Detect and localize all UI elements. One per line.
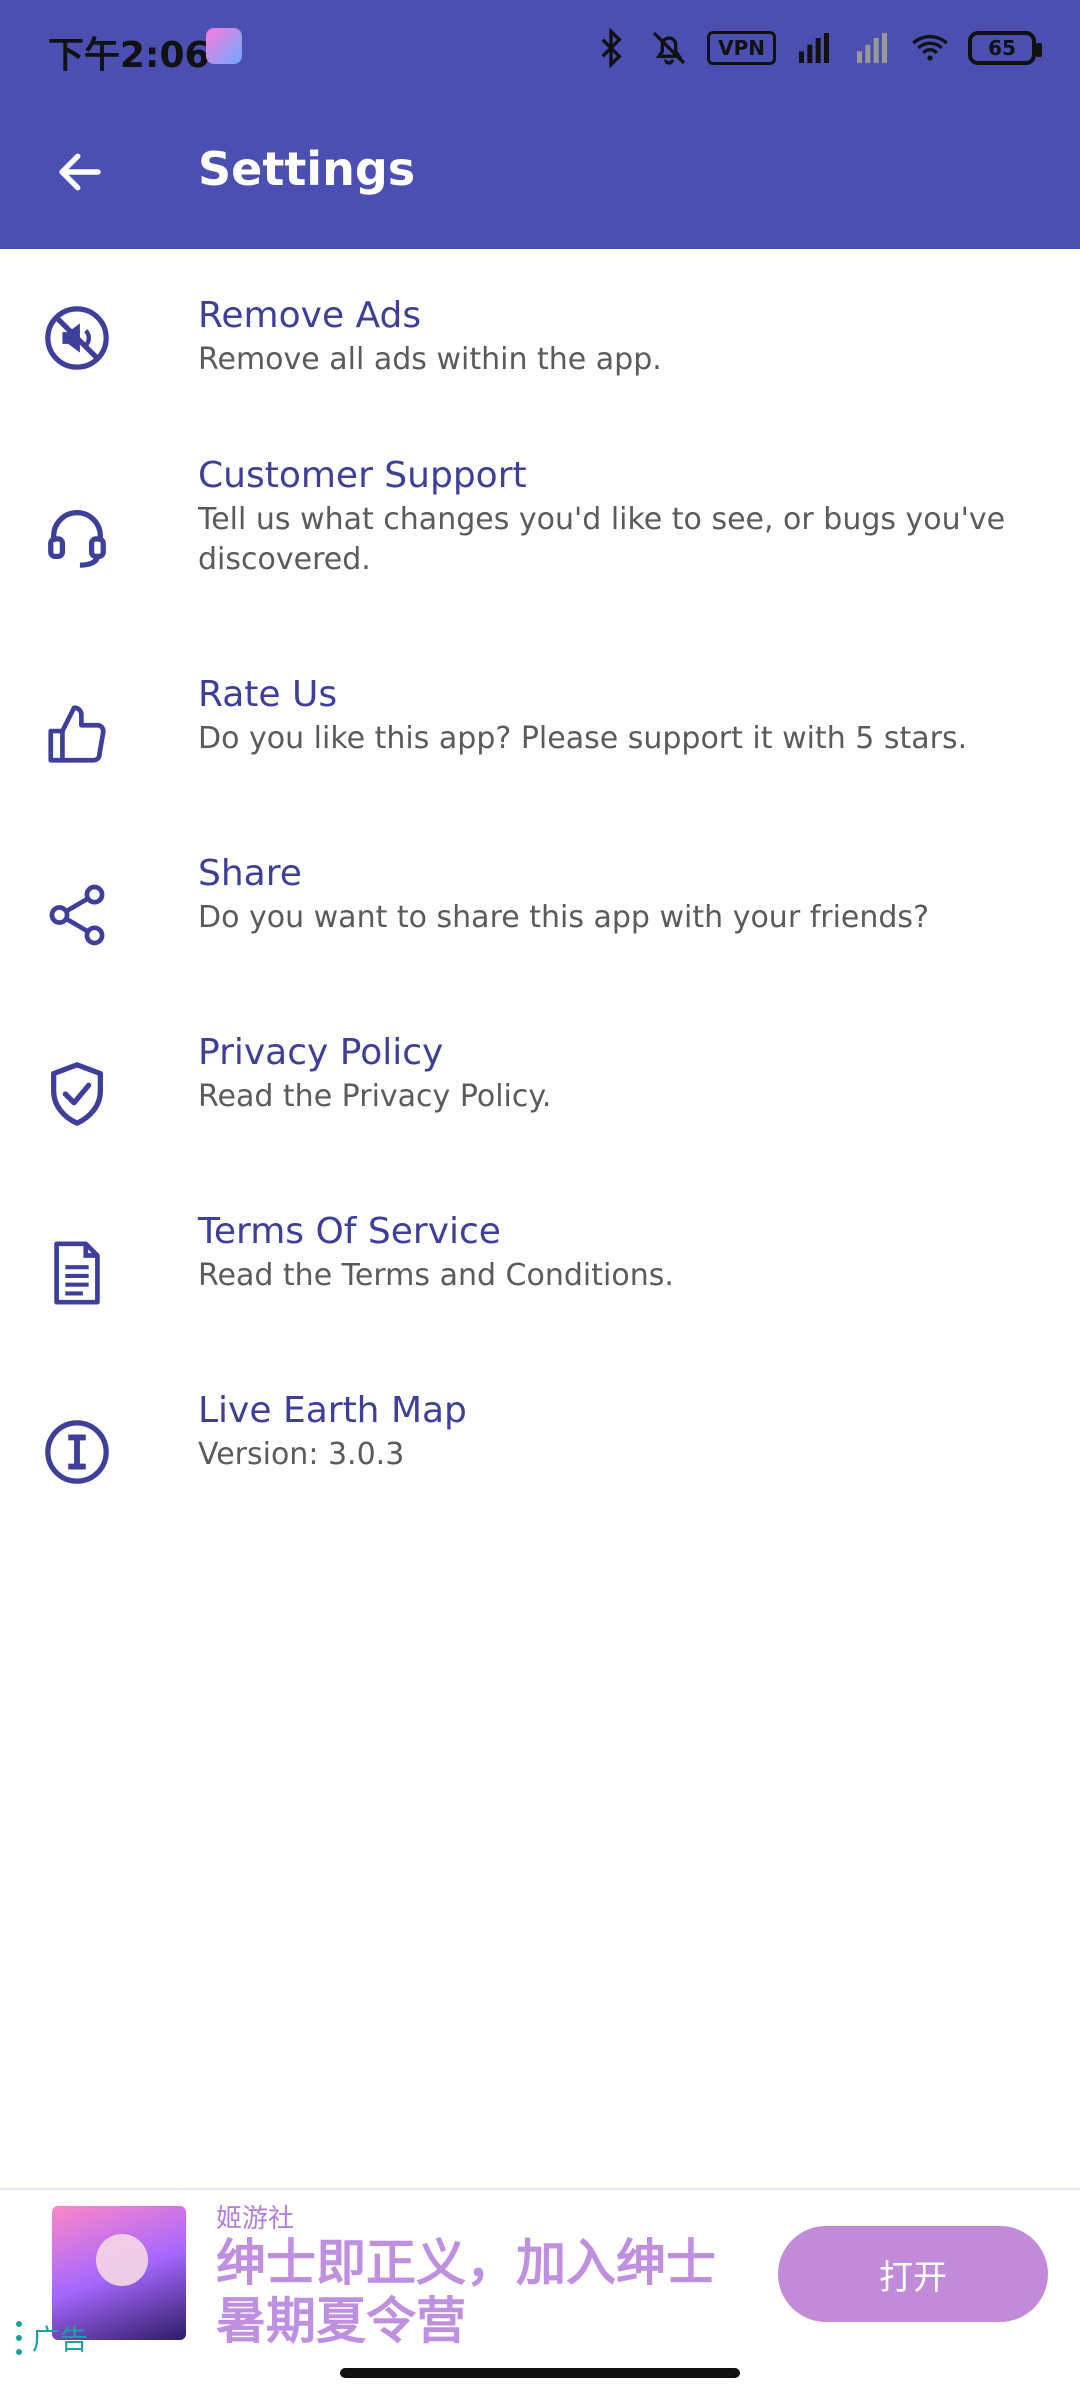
settings-item-title: Remove Ads [198,295,422,336]
share-icon [42,880,112,950]
back-button[interactable] [40,132,120,212]
settings-item-title: Share [198,853,302,894]
settings-item-privacy-policy[interactable]: Privacy Policy Read the Privacy Policy. [0,1005,1080,1184]
ad-open-button[interactable]: 打开 [778,2226,1048,2322]
signal-icon [799,33,829,63]
shield-check-icon [42,1059,112,1129]
wifi-icon [912,35,948,61]
ad-menu-icon[interactable] [16,2321,24,2355]
settings-item-title: Customer Support [198,455,527,496]
info-icon [42,1417,112,1487]
status-time: 下午2:06 [48,35,210,76]
settings-item-title: Live Earth Map [198,1390,467,1431]
settings-item-desc: Version: 3.0.3 [198,1437,405,1472]
settings-item-desc: Read the Terms and Conditions. [198,1258,674,1293]
settings-item-share[interactable]: Share Do you want to share this app with… [0,826,1080,1005]
bluetooth-icon [601,28,622,68]
ad-headline[interactable]: 绅士即正义，加入绅士暑期夏令营 [216,2234,756,2350]
ad-banner[interactable]: 姬游社 绅士即正义，加入绅士暑期夏令营 打开 广告 [0,2188,1080,2356]
settings-screen: 下午2:06 VPN 65 Settings Remove Ads Remove… [0,0,1080,2400]
settings-item-title: Privacy Policy [198,1032,444,1073]
settings-item-desc: Read the Privacy Policy. [198,1079,552,1114]
settings-item-terms-of-service[interactable]: Terms Of Service Read the Terms and Cond… [0,1184,1080,1363]
status-bar: 下午2:06 VPN 65 [0,0,1080,96]
settings-item-desc: Do you like this app? Please support it … [198,721,968,756]
ad-brand: 姬游社 [216,2204,295,2234]
settings-item-customer-support[interactable]: Customer Support Tell us what changes yo… [0,428,1080,647]
app-bar: Settings [0,96,1080,249]
thumbs-up-icon [42,699,112,769]
settings-item-desc: Do you want to share this app with your … [198,900,929,935]
signal-weak-icon [857,33,887,63]
settings-item-desc: Tell us what changes you'd like to see, … [198,502,1006,577]
home-indicator[interactable] [340,2368,740,2378]
arrow-left-icon [59,153,101,191]
ad-label-text: 广告 [32,2323,89,2356]
notification-app-icon [206,28,242,64]
settings-item-app-info[interactable]: Live Earth Map Version: 3.0.3 [0,1363,1080,1542]
mute-bell-icon [652,31,686,65]
status-icons: VPN 65 [591,26,1042,70]
settings-item-rate-us[interactable]: Rate Us Do you like this app? Please sup… [0,647,1080,826]
ad-label[interactable]: 广告 [16,2318,88,2358]
battery-indicator: 65 [968,31,1042,65]
settings-item-title: Terms Of Service [198,1211,501,1252]
vpn-badge: VPN [707,31,776,65]
settings-item-title: Rate Us [198,674,338,715]
settings-item-remove-ads[interactable]: Remove Ads Remove all ads within the app… [0,249,1080,428]
page-title: Settings [198,142,416,196]
no-ads-icon [42,303,112,373]
settings-item-desc: Remove all ads within the app. [198,342,662,377]
settings-list: Remove Ads Remove all ads within the app… [0,249,1080,1542]
document-icon [42,1238,112,1308]
headset-icon [42,501,112,571]
